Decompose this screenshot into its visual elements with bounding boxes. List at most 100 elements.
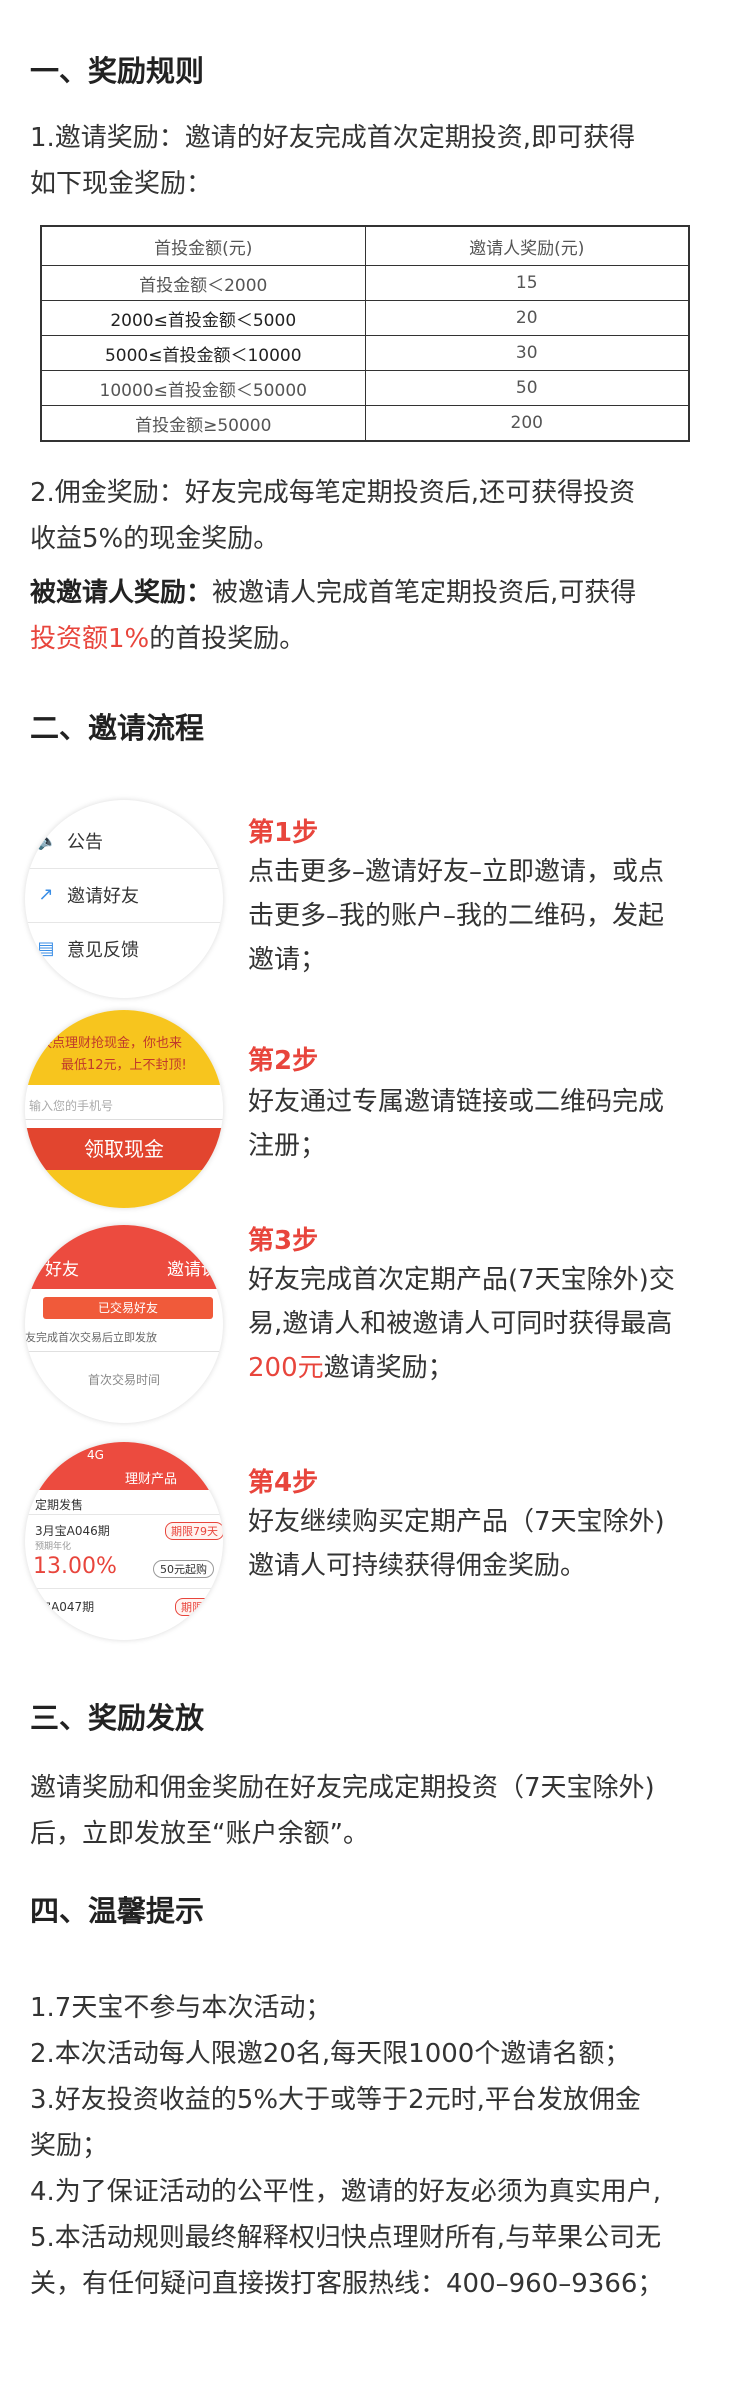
invitee-label: 被邀请人奖励： bbox=[30, 578, 213, 608]
step4-line: 好友继续购买定期产品（7天宝除外) bbox=[248, 1507, 665, 1537]
table-header-amount: 首投金额(元) bbox=[42, 227, 366, 265]
promo-line2: 最低12元，上不封顶! bbox=[61, 1058, 187, 1073]
payout-line: 邀请奖励和佣金奖励在好友完成定期投资（7天宝除外) bbox=[30, 1773, 655, 1803]
step1-title: 第1步 bbox=[248, 818, 319, 848]
divider bbox=[25, 922, 223, 923]
tip-line: 1.7天宝不参与本次活动； bbox=[30, 1993, 332, 2023]
annual-rate: 13.00% bbox=[33, 1554, 117, 1579]
traded-friends-tab: 已交易好友 bbox=[43, 1297, 213, 1319]
network-status: 4G bbox=[87, 1448, 104, 1462]
table-row: 10000≤首投金额＜50000 50 bbox=[42, 370, 688, 405]
menu-item-label: 公告 bbox=[67, 832, 103, 853]
products-title: 理财产品 bbox=[125, 1472, 178, 1487]
rule2-line1: 2.佣金奖励：好友完成每笔定期投资后,还可获得投资 bbox=[30, 478, 636, 508]
step4-line: 邀请人可持续获得佣金奖励。 bbox=[248, 1551, 587, 1581]
rule2-line2: 收益5%的现金奖励。 bbox=[30, 524, 280, 554]
rule-invite-reward: 1.邀请奖励：邀请的好友完成首次定期投资,即可获得 如下现金奖励： bbox=[30, 115, 720, 207]
step3-line: 好友完成首次定期产品(7天宝除外)交 bbox=[248, 1265, 675, 1295]
header-bar bbox=[25, 1442, 223, 1490]
product-name: 宝A047期 bbox=[39, 1600, 95, 1614]
table-row: 首投金额＜2000 15 bbox=[42, 265, 688, 300]
table-cell-reward: 50 bbox=[515, 378, 538, 398]
product-name: 3月宝A046期 bbox=[35, 1524, 110, 1538]
tip-line: 关，有任何疑问直接拨打客服热线：400–960–9366； bbox=[30, 2269, 664, 2299]
table-cell-reward: 15 bbox=[515, 273, 538, 293]
step2-line: 好友通过专属邀请链接或二维码完成 bbox=[248, 1087, 665, 1117]
menu-item-label: 意见反馈 bbox=[67, 940, 139, 961]
step3-line: 易,邀请人和被邀请人可同时获得最高 bbox=[248, 1309, 673, 1339]
promo-footer bbox=[25, 1170, 223, 1208]
table-row: 首投金额≥50000 200 bbox=[42, 405, 688, 440]
step3-line: 邀请奖励； bbox=[323, 1353, 454, 1383]
table-cell-amount: 10000≤首投金额＜50000 bbox=[42, 371, 366, 405]
table-header-reward: 邀请人奖励(元) bbox=[469, 238, 585, 259]
section-title-payout: 三、奖励发放 bbox=[30, 1701, 205, 1735]
term-badge: 期限6 bbox=[175, 1598, 216, 1616]
section-title-tips: 四、温馨提示 bbox=[30, 1894, 205, 1928]
menu-item-invite-friends: ↗ 邀请好友 bbox=[35, 882, 139, 908]
step1-illustration: 🔈 公告 ↗ 邀请好友 ▤ 意见反馈 bbox=[25, 800, 223, 998]
step3-illustration: 好友 邀请说 已交易好友 友完成首次交易后立即发放 首次交易时间 bbox=[25, 1225, 223, 1423]
step3-text: 好友完成首次定期产品(7天宝除外)交 易,邀请人和被邀请人可同时获得最高 200… bbox=[248, 1258, 718, 1390]
speaker-icon: 🔈 bbox=[35, 830, 58, 851]
promo-line1: 快点理财抢现金，你也来 bbox=[39, 1036, 183, 1051]
tip-line: 2.本次活动每人限邀20名,每天限1000个邀请名额； bbox=[30, 2039, 631, 2069]
step1-line: 邀请； bbox=[248, 945, 327, 975]
divider bbox=[25, 1351, 223, 1352]
table-cell-reward: 200 bbox=[510, 413, 543, 433]
step4-illustration: 4G 理财产品 定期发售 3月宝A046期 期限79天 预期年化 13.00% … bbox=[25, 1442, 223, 1640]
section-title-rules: 一、奖励规则 bbox=[30, 54, 205, 88]
tip-line: 3.好友投资收益的5%大于或等于2元时,平台发放佣金 bbox=[30, 2085, 641, 2115]
tips-list: 1.7天宝不参与本次活动； 2.本次活动每人限邀20名,每天限1000个邀请名额… bbox=[30, 1985, 720, 2307]
reward-table: 首投金额(元) 邀请人奖励(元) 首投金额＜2000 15 2000≤首投金额＜… bbox=[40, 225, 690, 442]
table-cell-amount: 5000≤首投金额＜10000 bbox=[42, 336, 366, 370]
claim-cash-button: 领取现金 bbox=[25, 1128, 223, 1170]
rule1-line2: 如下现金奖励： bbox=[30, 169, 213, 199]
tip-line: 5.本活动规则最终解释权归快点理财所有,与苹果公司无 bbox=[30, 2223, 662, 2253]
step3-highlight: 200元 bbox=[248, 1353, 324, 1383]
term-badge: 期限79天 bbox=[165, 1522, 223, 1540]
divider bbox=[25, 1514, 223, 1515]
first-trade-time: 首次交易时间 bbox=[87, 1373, 160, 1387]
table-cell-amount: 2000≤首投金额＜5000 bbox=[42, 301, 366, 335]
step1-line: 点击更多–邀请好友–立即邀请，或点 bbox=[248, 857, 665, 887]
issue-note: 友完成首次交易后立即发放 bbox=[25, 1331, 157, 1344]
min-purchase-pill: 50元起购 bbox=[153, 1560, 214, 1578]
step4-text: 好友继续购买定期产品（7天宝除外) 邀请人可持续获得佣金奖励。 bbox=[248, 1500, 718, 1588]
rule-commission-reward: 2.佣金奖励：好友完成每笔定期投资后,还可获得投资 收益5%的现金奖励。 bbox=[30, 470, 720, 562]
table-cell-amount: 首投金额＜2000 bbox=[42, 266, 366, 300]
step2-line: 注册； bbox=[248, 1131, 327, 1161]
payout-text: 邀请奖励和佣金奖励在好友完成定期投资（7天宝除外) 后，立即发放至“账户余额”。 bbox=[30, 1765, 720, 1857]
feedback-icon: ▤ bbox=[37, 938, 55, 959]
payout-line: 后，立即发放至“账户余额”。 bbox=[30, 1819, 369, 1849]
step2-illustration: 快点理财抢现金，你也来 最低12元，上不封顶! 输入您的手机号 领取现金 bbox=[25, 1010, 223, 1208]
table-cell-reward: 20 bbox=[515, 308, 538, 328]
step2-text: 好友通过专属邀请链接或二维码完成 注册； bbox=[248, 1080, 718, 1168]
tip-line: 4.为了保证活动的公平性，邀请的好友必须为真实用户, bbox=[30, 2177, 662, 2207]
table-row: 2000≤首投金额＜5000 20 bbox=[42, 300, 688, 335]
menu-item-announcement: 🔈 公告 bbox=[35, 828, 103, 854]
invitee-highlight: 投资额1% bbox=[30, 624, 150, 654]
share-icon: ↗ bbox=[38, 884, 54, 905]
step3-title: 第3步 bbox=[248, 1226, 319, 1256]
table-cell-amount: 首投金额≥50000 bbox=[42, 406, 366, 440]
step4-title: 第4步 bbox=[248, 1468, 319, 1498]
divider bbox=[25, 868, 223, 869]
rule-invitee-reward: 被邀请人奖励：被邀请人完成首笔定期投资后,可获得 投资额1%的首投奖励。 bbox=[30, 570, 720, 662]
section-label: 定期发售 bbox=[35, 1498, 84, 1512]
table-header-row: 首投金额(元) 邀请人奖励(元) bbox=[42, 227, 688, 265]
menu-item-label: 邀请好友 bbox=[67, 886, 139, 907]
step1-text: 点击更多–邀请好友–立即邀请，或点 击更多–我的账户–我的二维码，发起 邀请； bbox=[248, 850, 718, 982]
step1-line: 击更多–我的账户–我的二维码，发起 bbox=[248, 901, 665, 931]
menu-item-feedback: ▤ 意见反馈 bbox=[35, 936, 139, 962]
table-row: 5000≤首投金额＜10000 30 bbox=[42, 335, 688, 370]
rate-label: 预期年化 bbox=[35, 1542, 72, 1552]
step2-title: 第2步 bbox=[248, 1046, 319, 1076]
tab-invite-info: 邀请说 bbox=[167, 1260, 218, 1280]
section-title-process: 二、邀请流程 bbox=[30, 711, 205, 745]
invitee-text1: 被邀请人完成首笔定期投资后,可获得 bbox=[212, 578, 637, 608]
phone-input: 输入您的手机号 bbox=[25, 1092, 223, 1120]
table-cell-reward: 30 bbox=[515, 343, 538, 363]
tab-friends: 好友 bbox=[45, 1260, 79, 1280]
invitee-text2: 的首投奖励。 bbox=[149, 624, 306, 654]
